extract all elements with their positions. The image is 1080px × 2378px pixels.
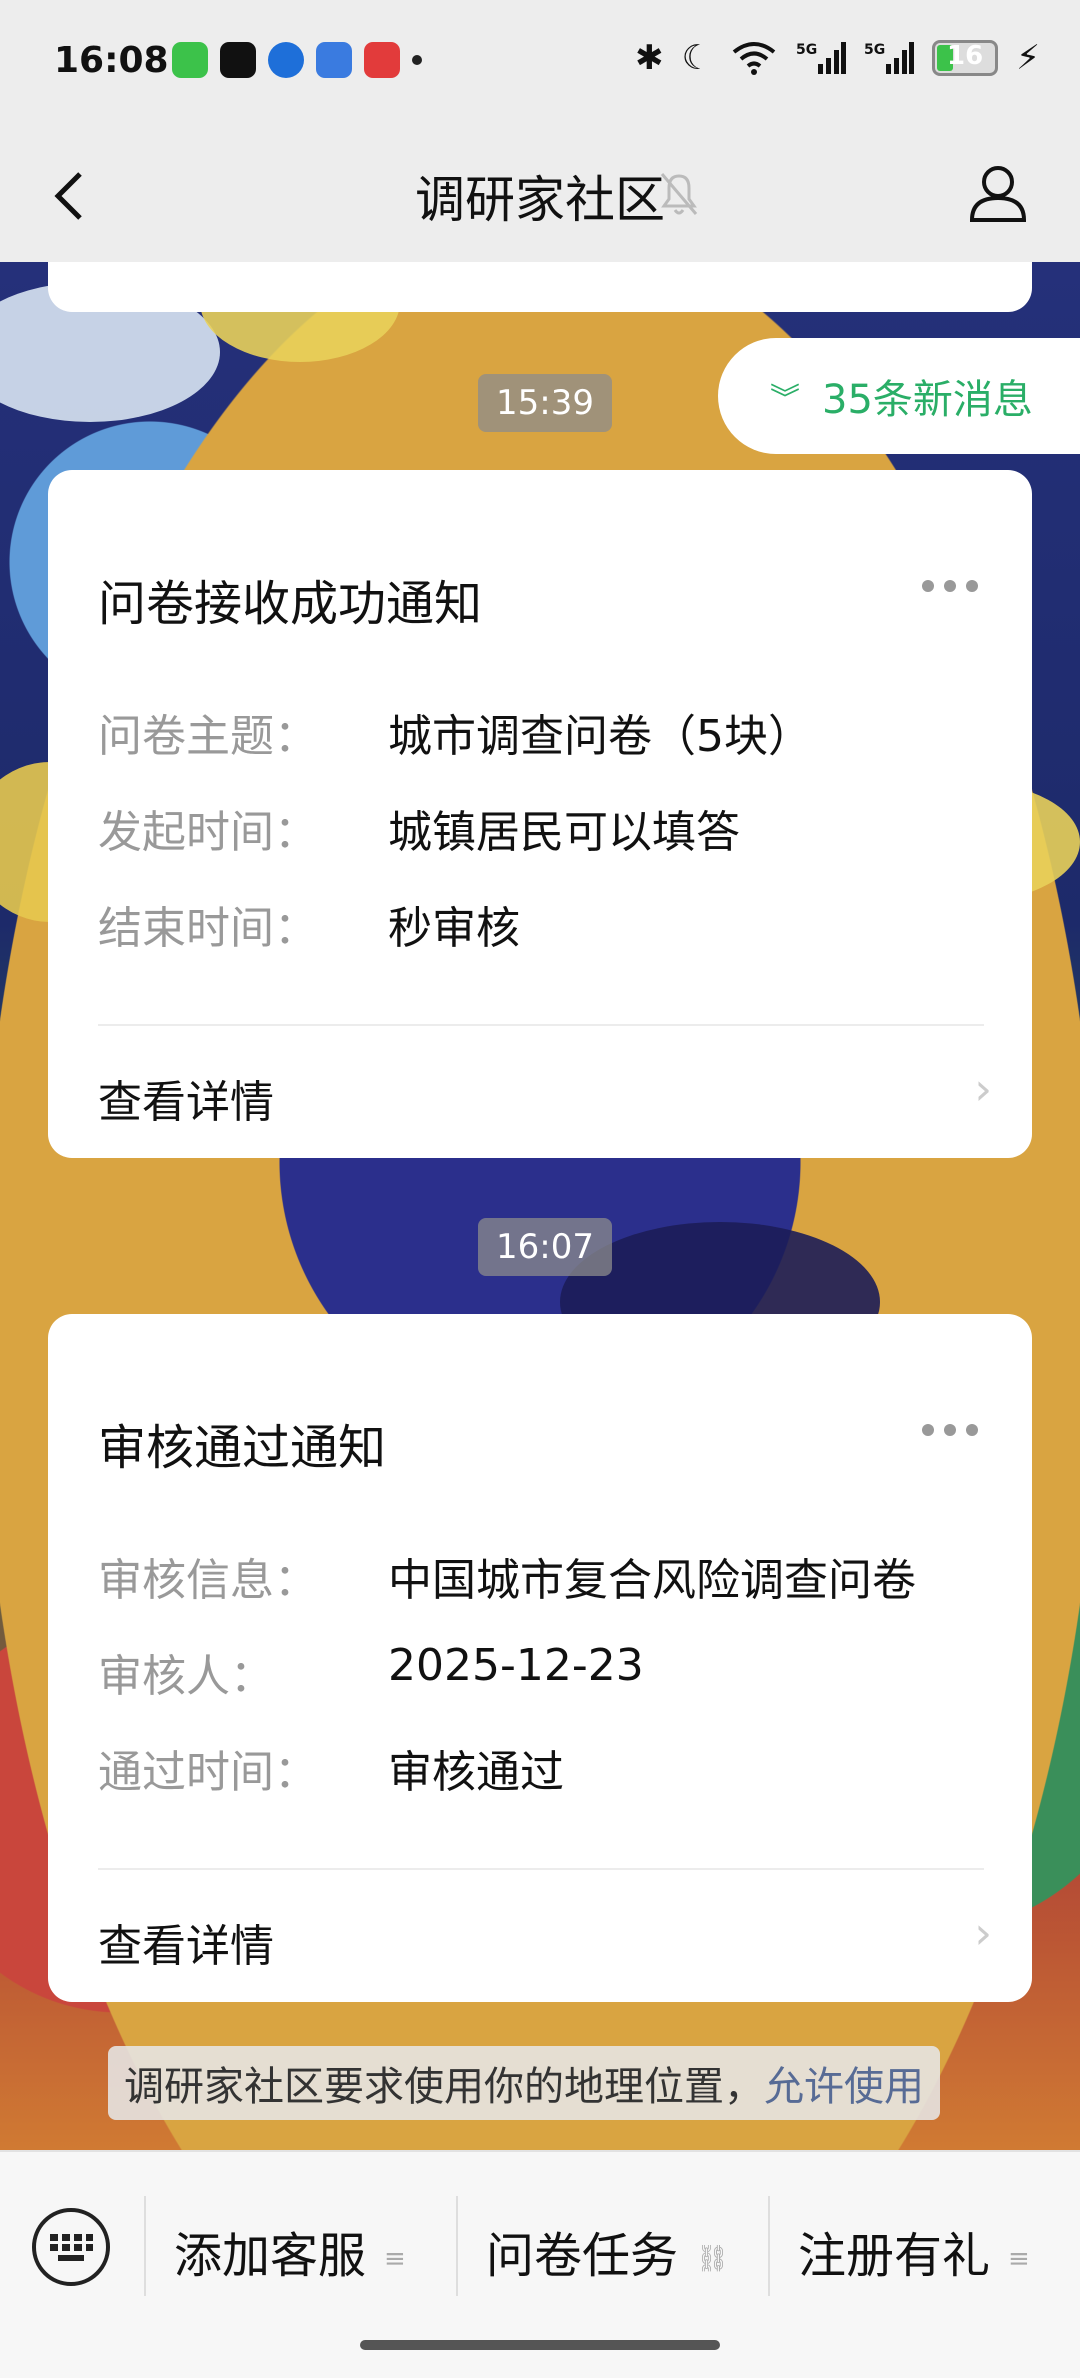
previous-card[interactable] xyxy=(48,262,1032,312)
location-prompt-text: 调研家社区要求使用你的地理位置， xyxy=(124,2064,764,2110)
row-key: 结束时间： xyxy=(98,903,318,954)
divider xyxy=(98,1868,984,1870)
page-title: 调研家社区 xyxy=(415,171,665,229)
more-options-icon[interactable] xyxy=(922,1424,978,1436)
divider xyxy=(98,1024,984,1026)
menu-list-icon: ≡ xyxy=(384,2244,406,2274)
row-value: 2025-12-23 xyxy=(388,1640,644,1691)
moon-icon: ☾ xyxy=(681,38,713,78)
row-key: 问卷主题： xyxy=(98,711,318,762)
status-bar: 16:08 ✱ ☾ 5G 5G 16 ⚡ xyxy=(0,0,1080,130)
message-timestamp: 16:07 xyxy=(478,1218,612,1276)
menu-list-icon: ≡ xyxy=(1008,2244,1030,2274)
row-key: 发起时间： xyxy=(98,807,318,858)
menu-item-survey-tasks[interactable]: 问卷任务 ⛓ xyxy=(486,2216,729,2286)
charging-icon: ⚡ xyxy=(1016,38,1040,78)
menu-item-register-gift[interactable]: 注册有礼 ≡ xyxy=(798,2216,1030,2286)
menu-item-label: 问卷任务 xyxy=(486,2228,679,2284)
status-app-icons xyxy=(172,42,422,78)
message-timestamp: 15:39 xyxy=(478,374,612,432)
location-permission-prompt: 调研家社区要求使用你的地理位置， 允许使用 xyxy=(108,2046,940,2120)
row-value: 秒审核 xyxy=(388,903,520,954)
browser-app-icon xyxy=(268,42,304,78)
row-value: 审核通过 xyxy=(388,1747,564,1798)
notification-card[interactable]: 问卷接收成功通知 问卷主题： 城市调查问卷（5块） 发起时间： 城镇居民可以填答… xyxy=(48,470,1032,1158)
view-details-link[interactable]: 查看详情 xyxy=(98,1066,274,1130)
new-messages-button[interactable]: ︾ 35条新消息 xyxy=(718,338,1080,454)
more-notifications-icon xyxy=(412,55,422,65)
baidu-app-icon xyxy=(316,42,352,78)
row-key: 审核信息： xyxy=(98,1555,318,1606)
status-indicators: ✱ ☾ 5G 5G 16 ⚡ xyxy=(635,38,1040,78)
row-value: 城镇居民可以填答 xyxy=(388,807,740,858)
view-details-link[interactable]: 查看详情 xyxy=(98,1910,274,1974)
menu-item-label: 添加客服 xyxy=(174,2228,367,2284)
chevron-right-icon: › xyxy=(974,1064,992,1115)
double-chevron-down-icon: ︾ xyxy=(770,382,800,417)
shopping-app-icon xyxy=(364,42,400,78)
svg-text:5G: 5G xyxy=(864,42,885,58)
signal-5g-icon: 5G xyxy=(796,42,847,74)
status-time: 16:08 xyxy=(54,40,169,81)
tiktok-app-icon xyxy=(220,42,256,78)
row-value: 城市调查问卷（5块） xyxy=(388,711,812,762)
menu-separator xyxy=(768,2196,770,2296)
menu-separator xyxy=(456,2196,458,2296)
keyboard-toggle-icon[interactable] xyxy=(32,2208,110,2286)
nav-bar: 调研家社区 xyxy=(0,130,1080,262)
muted-bell-icon xyxy=(660,173,698,215)
battery-icon: 16 xyxy=(932,40,999,76)
row-key: 通过时间： xyxy=(98,1747,318,1798)
wifi-icon xyxy=(732,42,776,75)
allow-location-link[interactable]: 允许使用 xyxy=(764,2054,924,2112)
messages-app-icon xyxy=(172,42,208,78)
profile-icon[interactable] xyxy=(966,160,1030,224)
notification-card[interactable]: 审核通过通知 审核信息： 中国城市复合风险调查问卷 审核人： 2025-12-2… xyxy=(48,1314,1032,2002)
menu-separator xyxy=(144,2196,146,2296)
more-options-icon[interactable] xyxy=(922,580,978,592)
svg-text:5G: 5G xyxy=(796,42,817,58)
card-title: 审核通过通知 xyxy=(98,1420,387,1476)
bluetooth-icon: ✱ xyxy=(635,38,664,78)
home-indicator[interactable] xyxy=(360,2340,720,2350)
link-icon: ⛓ xyxy=(696,2244,730,2274)
menu-item-add-service[interactable]: 添加客服 ≡ xyxy=(174,2216,406,2286)
chevron-right-icon: › xyxy=(974,1908,992,1959)
signal-5g-icon-2: 5G xyxy=(864,42,915,74)
card-title: 问卷接收成功通知 xyxy=(98,576,483,632)
new-messages-label: 35条新消息 xyxy=(822,377,1033,423)
row-value: 中国城市复合风险调查问卷 xyxy=(388,1555,916,1606)
keyboard-icon xyxy=(50,2234,93,2261)
battery-level: 16 xyxy=(947,41,984,71)
row-key: 审核人： xyxy=(98,1651,274,1702)
menu-item-label: 注册有礼 xyxy=(798,2228,991,2284)
